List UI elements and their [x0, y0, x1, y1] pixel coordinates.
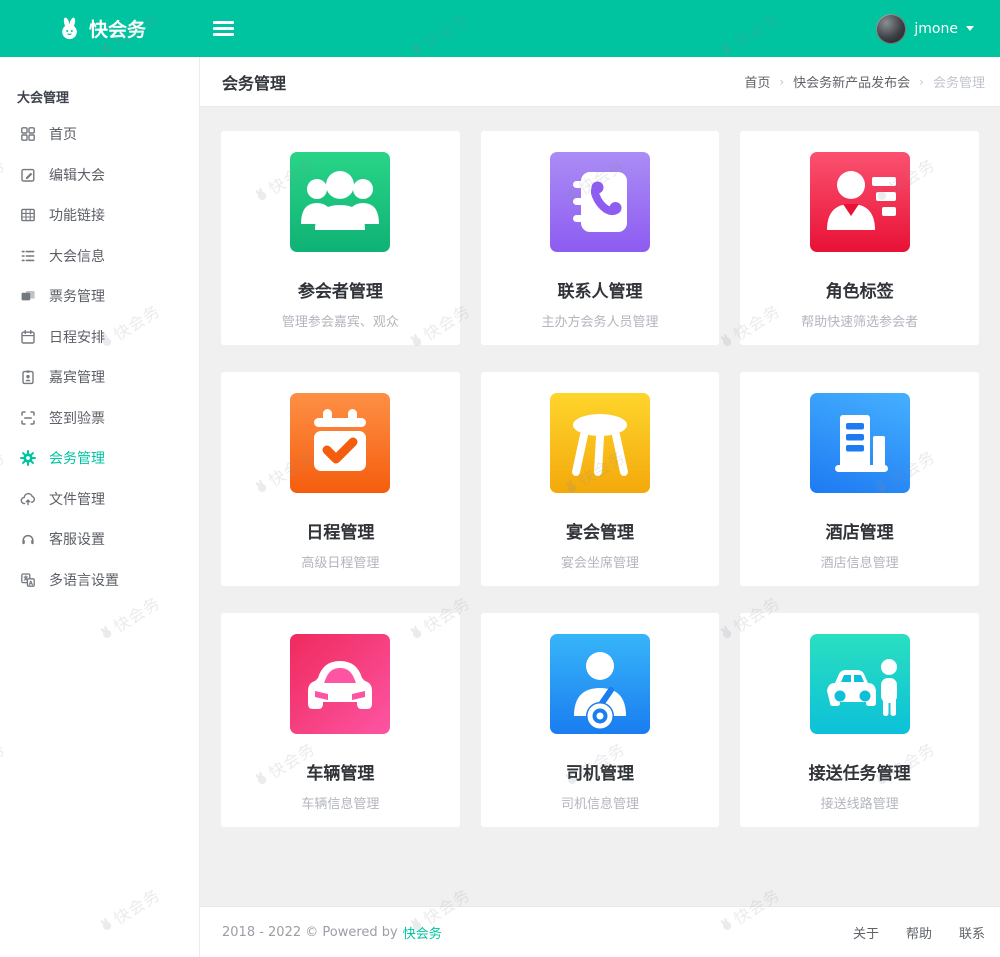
- feature-card-contacts[interactable]: 联系人管理 主办方会务人员管理: [480, 130, 721, 346]
- feature-card-transfers[interactable]: 接送任务管理 接送线路管理: [739, 612, 980, 828]
- sidebar-item-info[interactable]: 大会信息: [0, 236, 199, 277]
- copyright-text: 2018 - 2022 © Powered by: [222, 925, 398, 940]
- sidebar-item-schedule[interactable]: 日程安排: [0, 317, 199, 358]
- feature-card-role-tags[interactable]: 角色标签 帮助快速筛选参会者: [739, 130, 980, 346]
- footer-links: 关于 帮助 联系: [853, 923, 985, 942]
- feature-card-vehicles[interactable]: 车辆管理 车辆信息管理: [220, 612, 461, 828]
- feature-card-schedule[interactable]: 日程管理 高级日程管理: [220, 371, 461, 587]
- chevron-down-icon: [966, 26, 974, 31]
- sidebar-item-links[interactable]: 功能链接: [0, 195, 199, 236]
- page-title: 会务管理: [222, 70, 286, 94]
- services-icon: [20, 450, 36, 466]
- brand-name: 快会务: [89, 15, 146, 42]
- user-menu[interactable]: jmone: [876, 14, 974, 44]
- home-icon: [20, 126, 36, 142]
- app-header: 快会务 jmone: [0, 0, 1000, 57]
- sidebar-item-guests[interactable]: 嘉宾管理: [0, 357, 199, 398]
- drivers-icon: [550, 634, 650, 734]
- files-icon: [20, 491, 36, 507]
- sidebar-item-support[interactable]: 客服设置: [0, 519, 199, 560]
- sidebar: 大会管理 首页 编辑大会 功能链接 大会信息 票务管理 日程安排 嘉宾管理 签到…: [0, 57, 200, 957]
- breadcrumb-separator: ›: [779, 75, 784, 89]
- support-icon: [20, 531, 36, 547]
- footer-link[interactable]: 联系: [959, 923, 985, 942]
- menu-toggle-button[interactable]: [213, 21, 234, 36]
- feature-card-grid: 参会者管理 管理参会嘉宾、观众 联系人管理 主办方会务人员管理 角色标签 帮助快…: [220, 130, 980, 828]
- feature-card-banquet[interactable]: 宴会管理 宴会坐席管理: [480, 371, 721, 587]
- breadcrumb-item: 会务管理: [933, 72, 985, 91]
- transfers-icon: [810, 634, 910, 734]
- links-icon: [20, 207, 36, 223]
- feature-card-participants[interactable]: 参会者管理 管理参会嘉宾、观众: [220, 130, 461, 346]
- breadcrumb-separator: ›: [919, 75, 924, 89]
- language-icon: [20, 572, 36, 588]
- schedule-icon: [20, 329, 36, 345]
- page-footer: 2018 - 2022 © Powered by 快会务 关于 帮助 联系: [200, 906, 1000, 957]
- breadcrumb-item[interactable]: 快会务新产品发布会: [793, 72, 910, 91]
- contacts-icon: [550, 152, 650, 252]
- sidebar-item-tickets[interactable]: 票务管理: [0, 276, 199, 317]
- footer-link[interactable]: 帮助: [906, 923, 932, 942]
- feature-card-hotel[interactable]: 酒店管理 酒店信息管理: [739, 371, 980, 587]
- sidebar-item-files[interactable]: 文件管理: [0, 479, 199, 520]
- role-tags-icon: [810, 152, 910, 252]
- vehicles-icon: [290, 634, 390, 734]
- sidebar-nav: 首页 编辑大会 功能链接 大会信息 票务管理 日程安排 嘉宾管理 签到验票 会务…: [0, 114, 199, 600]
- guests-icon: [20, 369, 36, 385]
- participants-icon: [290, 152, 390, 252]
- sidebar-item-edit[interactable]: 编辑大会: [0, 155, 199, 196]
- sidebar-item-services[interactable]: 会务管理: [0, 438, 199, 479]
- sidebar-section-label: 大会管理: [0, 57, 199, 114]
- main-content: 会务管理 首页 › 快会务新产品发布会 › 会务管理 参会者管理 管理参会嘉宾、观众 联…: [200, 57, 1000, 957]
- username: jmone: [914, 21, 958, 37]
- edit-icon: [20, 167, 36, 183]
- avatar[interactable]: [876, 14, 906, 44]
- footer-link[interactable]: 关于: [853, 923, 879, 942]
- sidebar-item-home[interactable]: 首页: [0, 114, 199, 155]
- breadcrumb: 首页 › 快会务新产品发布会 › 会务管理: [744, 72, 985, 91]
- tickets-icon: [20, 288, 36, 304]
- checkin-icon: [20, 410, 36, 426]
- rabbit-logo-icon: [57, 16, 82, 41]
- sidebar-item-language[interactable]: 多语言设置: [0, 560, 199, 601]
- sidebar-item-checkin[interactable]: 签到验票: [0, 398, 199, 439]
- schedule-icon: [290, 393, 390, 493]
- brand: 快会务: [0, 15, 200, 42]
- banquet-icon: [550, 393, 650, 493]
- info-icon: [20, 248, 36, 264]
- footer-brand-link[interactable]: 快会务: [403, 923, 442, 942]
- page-header: 会务管理 首页 › 快会务新产品发布会 › 会务管理: [200, 57, 1000, 107]
- feature-card-drivers[interactable]: 司机管理 司机信息管理: [480, 612, 721, 828]
- breadcrumb-item[interactable]: 首页: [744, 72, 770, 91]
- hotel-icon: [810, 393, 910, 493]
